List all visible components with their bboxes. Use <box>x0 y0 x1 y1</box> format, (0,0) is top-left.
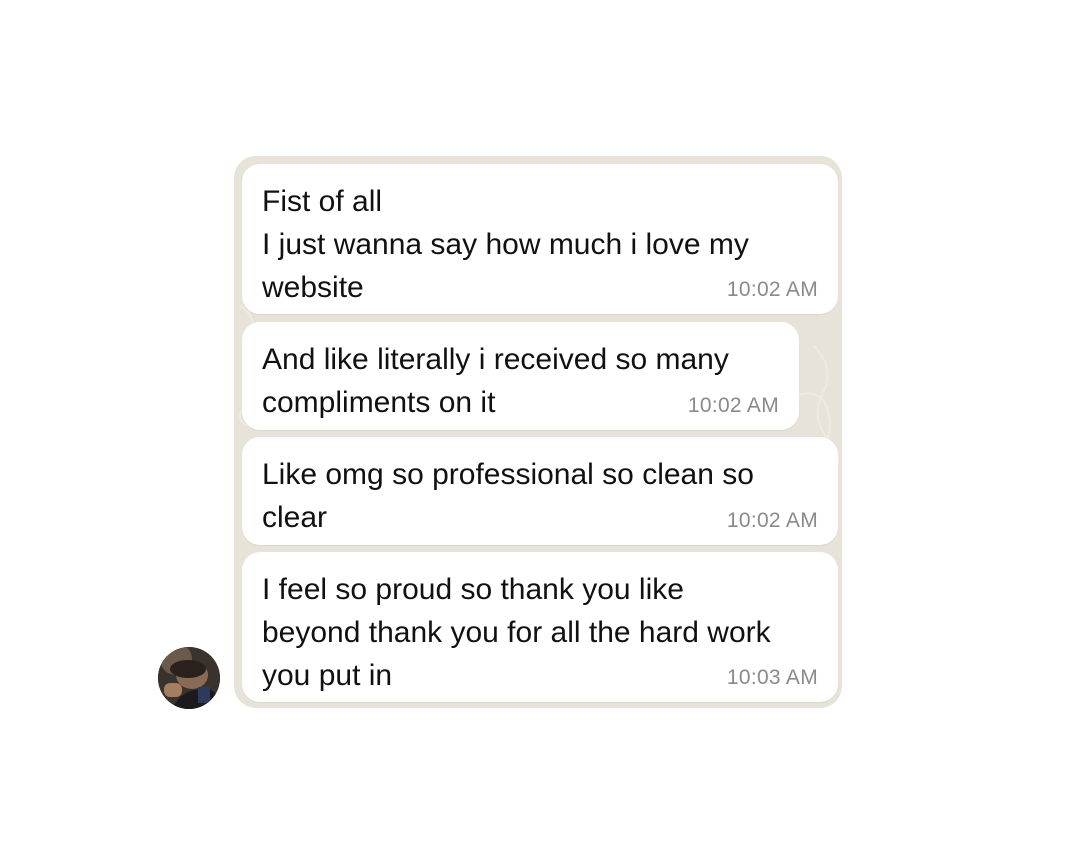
chat-thread[interactable]: Fist of all I just wanna say how much i … <box>234 156 842 708</box>
message-timestamp: 10:02 AM <box>687 394 779 417</box>
message-bubble[interactable]: And like literally i received so many co… <box>242 322 799 430</box>
message-timestamp: 10:02 AM <box>726 509 818 532</box>
message-bubble[interactable]: I feel so proud so thank you like beyond… <box>242 552 838 702</box>
message-timestamp: 10:03 AM <box>726 666 818 689</box>
chat-screenshot: Fist of all I just wanna say how much i … <box>0 0 1080 860</box>
message-timestamp: 10:02 AM <box>726 278 818 301</box>
contact-photo-icon <box>158 647 220 709</box>
contact-avatar[interactable] <box>158 647 220 709</box>
message-bubble[interactable]: Fist of all I just wanna say how much i … <box>242 164 838 314</box>
message-bubble[interactable]: Like omg so professional so clean so cle… <box>242 437 838 545</box>
